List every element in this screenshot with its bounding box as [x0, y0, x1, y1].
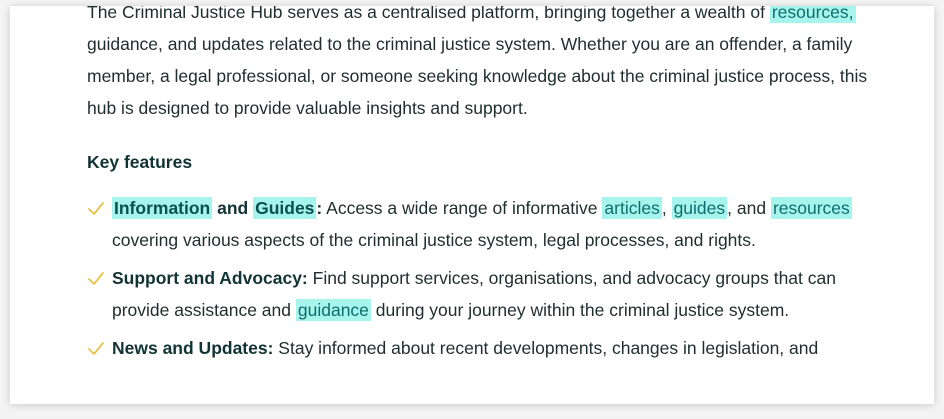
link-resources-feature[interactable]: resources [770, 197, 852, 219]
link-guidance[interactable]: guidance [295, 299, 371, 321]
list-item: News and Updates: Stay informed about re… [87, 332, 877, 364]
feature-title: News and Updates: [112, 338, 274, 358]
feature-text: during your journey within the criminal … [370, 300, 790, 320]
intro-text-1: The Criminal Justice Hub serves as a cen… [87, 6, 770, 22]
check-icon [88, 342, 104, 355]
features-list: Information and Guides: Access a wide ra… [87, 192, 877, 364]
section-title-key-features: Key features [87, 152, 193, 172]
link-guides[interactable]: guides [671, 197, 728, 219]
link-resources[interactable]: resources, [769, 6, 856, 23]
link-guides-title[interactable]: Guides [253, 197, 317, 219]
list-item: Information and Guides: Access a wide ra… [87, 192, 877, 256]
intro-text-2: guidance, and updates related to the cri… [87, 34, 868, 118]
check-icon [88, 272, 104, 285]
feature-title: Support and Advocacy: [112, 268, 308, 288]
list-item: Support and Advocacy: Find support servi… [87, 262, 877, 326]
link-information[interactable]: Information [112, 197, 213, 219]
feature-text: Access a wide range of informative [322, 198, 603, 218]
separator-text: , [661, 198, 672, 218]
separator-text: , and [727, 198, 771, 218]
article-content: The Criminal Justice Hub serves as a cen… [87, 6, 877, 370]
link-articles[interactable]: articles [602, 197, 662, 219]
intro-paragraph: The Criminal Justice Hub serves as a cen… [87, 6, 877, 124]
feature-text: covering various aspects of the criminal… [112, 230, 756, 250]
content-card: The Criminal Justice Hub serves as a cen… [10, 6, 934, 404]
feature-text: Stay informed about recent developments,… [273, 338, 819, 358]
feature-title-and: and [212, 198, 254, 218]
check-icon [88, 202, 104, 215]
